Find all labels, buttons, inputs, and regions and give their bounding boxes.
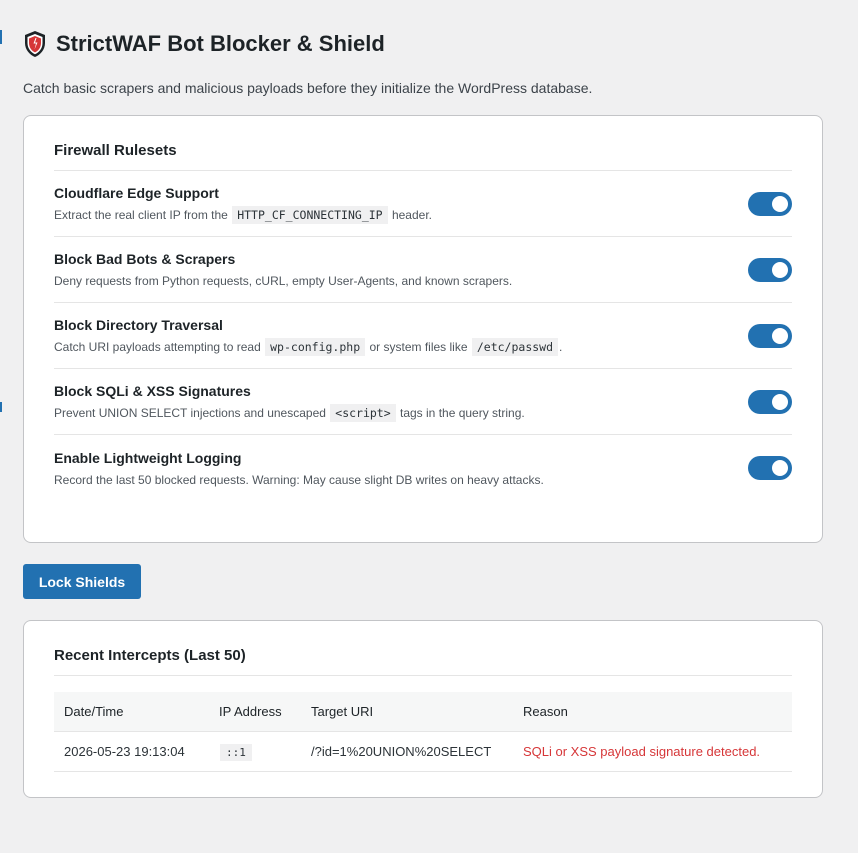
rule-description: Prevent UNION SELECT injections and unes… xyxy=(54,404,525,422)
cell-uri: /?id=1%20UNION%20SELECT xyxy=(301,731,513,772)
toggle-knob xyxy=(772,393,788,410)
admin-menu-edge xyxy=(0,30,2,44)
rule-block-bad-bots: Block Bad Bots & Scrapers Deny requests … xyxy=(54,237,792,303)
page-subtitle: Catch basic scrapers and malicious paylo… xyxy=(23,80,593,96)
lock-shields-button[interactable]: Lock Shields xyxy=(23,564,141,599)
firewall-rulesets-title: Firewall Rulesets xyxy=(54,116,792,171)
ip-address-code: ::1 xyxy=(220,744,252,761)
page-header: StrictWAF Bot Blocker & Shield xyxy=(23,30,823,58)
block-bad-bots-toggle[interactable] xyxy=(748,257,792,282)
shield-icon xyxy=(23,30,47,58)
rule-name: Block Bad Bots & Scrapers xyxy=(54,251,236,267)
cell-ip: ::1 xyxy=(209,731,301,772)
rule-description: Extract the real client IP from the HTTP… xyxy=(54,206,432,224)
rule-name: Enable Lightweight Logging xyxy=(54,449,242,466)
code-snippet: wp-config.php xyxy=(265,338,366,356)
rule-name: Block SQLi & XSS Signatures xyxy=(54,383,251,399)
table-row: 2026-05-23 19:13:04 ::1 /?id=1%20UNION%2… xyxy=(54,731,792,772)
toggle-knob xyxy=(772,195,788,212)
column-header-uri: Target URI xyxy=(301,692,513,732)
recent-intercepts-card: Recent Intercepts (Last 50) Date/Time IP… xyxy=(23,620,823,798)
lightweight-logging-toggle[interactable] xyxy=(748,456,792,480)
intercepts-table: Date/Time IP Address Target URI Reason 2… xyxy=(54,692,792,772)
page-title: StrictWAF Bot Blocker & Shield xyxy=(56,31,385,56)
rule-description: Deny requests from Python requests, cURL… xyxy=(54,274,513,288)
toggle-knob xyxy=(772,261,788,278)
recent-intercepts-title: Recent Intercepts (Last 50) xyxy=(54,621,792,676)
block-directory-traversal-toggle[interactable] xyxy=(748,323,792,348)
code-snippet: <script> xyxy=(330,404,396,422)
rule-block-directory-traversal: Block Directory Traversal Catch URI payl… xyxy=(54,303,792,369)
rule-cloudflare-edge-support: Cloudflare Edge Support Extract the real… xyxy=(54,171,792,237)
rule-description: Record the last 50 blocked requests. War… xyxy=(54,472,544,487)
code-snippet: /etc/passwd xyxy=(471,338,559,356)
column-header-ip: IP Address xyxy=(209,692,301,732)
cloudflare-edge-support-toggle[interactable] xyxy=(748,191,792,216)
rule-name: Cloudflare Edge Support xyxy=(54,185,219,201)
cell-datetime: 2026-05-23 19:13:04 xyxy=(54,731,209,772)
rule-description: Catch URI payloads attempting to read wp… xyxy=(54,338,563,356)
cell-reason: SQLi or XSS payload signature detected. xyxy=(513,731,792,772)
plugin-settings-page: StrictWAF Bot Blocker & Shield Catch bas… xyxy=(0,30,858,853)
column-header-datetime: Date/Time xyxy=(54,692,209,732)
firewall-rulesets-card: Firewall Rulesets Cloudflare Edge Suppor… xyxy=(23,115,823,543)
block-sqli-xss-toggle[interactable] xyxy=(748,389,792,414)
admin-menu-edge xyxy=(0,402,2,412)
toggle-knob xyxy=(772,460,788,476)
toggle-knob xyxy=(772,327,788,344)
column-header-reason: Reason xyxy=(513,692,792,732)
table-header-row: Date/Time IP Address Target URI Reason xyxy=(54,692,792,732)
rule-lightweight-logging: Enable Lightweight Logging Record the la… xyxy=(54,435,792,501)
code-snippet: HTTP_CF_CONNECTING_IP xyxy=(232,206,388,224)
rule-name: Block Directory Traversal xyxy=(54,317,223,333)
rule-block-sqli-xss: Block SQLi & XSS Signatures Prevent UNIO… xyxy=(54,369,792,435)
